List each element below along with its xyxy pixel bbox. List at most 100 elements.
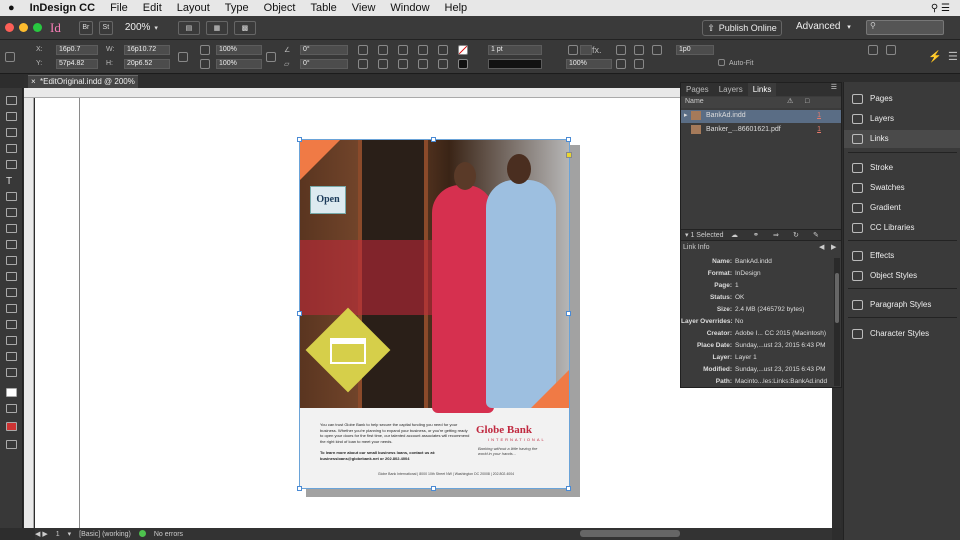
apply-none-icon[interactable] (6, 422, 17, 431)
menu-object[interactable]: Object (264, 2, 296, 14)
dock-item-links[interactable]: Links (844, 130, 960, 148)
select-container-icon[interactable] (398, 45, 408, 55)
align-center-icon[interactable] (886, 45, 896, 55)
stroke-weight-field[interactable]: 1 pt (488, 45, 542, 55)
publish-online-button[interactable]: ⇧ Publish Online (702, 20, 782, 36)
resize-handle-top-right[interactable] (566, 137, 571, 142)
stroke-swatch-icon[interactable] (458, 59, 468, 69)
next-link-icon[interactable]: ▶ (831, 243, 836, 253)
width-field[interactable]: 16p10.72 (124, 45, 170, 55)
preflight-status[interactable]: No errors (138, 530, 191, 538)
hand-tool-icon[interactable] (6, 352, 17, 361)
eyedropper-tool-icon[interactable] (6, 336, 17, 345)
rotate-cw-icon[interactable] (358, 45, 368, 55)
line-tool-icon[interactable] (6, 192, 17, 201)
close-window-button[interactable] (5, 23, 14, 32)
horizontal-scroll-thumb[interactable] (580, 530, 680, 537)
apple-menu-icon[interactable]: ● (8, 2, 15, 14)
close-tab-icon[interactable]: × (31, 76, 36, 88)
menu-edit[interactable]: Edit (143, 2, 162, 14)
fill-swatch-icon[interactable] (458, 45, 468, 55)
spotlight-search-icon[interactable]: ⚲ ☰ (931, 3, 950, 14)
height-field[interactable]: 20p6.52 (124, 59, 170, 69)
flip-horizontal-icon[interactable] (378, 45, 388, 55)
formatting-container-icon[interactable] (6, 404, 17, 413)
menu-help[interactable]: Help (445, 2, 468, 14)
offset-field[interactable]: 1p0 (676, 45, 714, 55)
note-tool-icon[interactable] (6, 320, 17, 329)
dock-item-paragraph-styles[interactable]: Paragraph Styles (844, 296, 960, 314)
x-position-field[interactable]: 16p0.7 (56, 45, 98, 55)
selection-tool-icon[interactable] (6, 96, 17, 105)
flip-vertical-icon[interactable] (378, 59, 388, 69)
placed-ad-frame[interactable]: Open You can trust Globe Bank to help se… (299, 139, 570, 489)
y-position-field[interactable]: 57p4.82 (56, 59, 98, 69)
resize-handle-bottom[interactable] (431, 486, 436, 491)
link-row[interactable]: ▸ BankAd.indd 1 (681, 110, 841, 123)
align-left-icon[interactable] (868, 45, 878, 55)
dock-item-gradient[interactable]: Gradient (844, 199, 960, 217)
tab-pages[interactable]: Pages (681, 83, 714, 96)
dock-item-cc-libraries[interactable]: CC Libraries (844, 219, 960, 237)
rectangle-frame-tool-icon[interactable] (6, 240, 17, 249)
dock-item-object-styles[interactable]: Object Styles (844, 267, 960, 285)
shear-angle-field[interactable]: 0° (300, 59, 348, 69)
page-tool-icon[interactable] (6, 128, 17, 137)
menu-type[interactable]: Type (225, 2, 249, 14)
content-collector-icon[interactable] (6, 160, 17, 169)
fill-frame-icon[interactable] (634, 59, 644, 69)
rectangle-tool-icon[interactable] (6, 256, 17, 265)
zoom-level-dropdown[interactable]: 200% (125, 22, 151, 33)
edit-original-icon[interactable]: ✎ (813, 230, 819, 241)
panel-menu-icon[interactable]: ☰ (831, 83, 837, 96)
relink-icon[interactable]: ⚭ (753, 230, 759, 241)
menu-file[interactable]: File (110, 2, 128, 14)
link-page[interactable]: 1 (817, 124, 821, 136)
link-row[interactable]: Banker_...86601621.pdf 1 (681, 124, 841, 137)
tab-layers[interactable]: Layers (714, 83, 748, 96)
fx-effects-icon[interactable]: fx. (592, 45, 602, 55)
autofit-checkbox[interactable] (718, 59, 725, 66)
screen-mode-button[interactable]: ▦ (205, 20, 228, 35)
resize-handle-left[interactable] (297, 311, 302, 316)
pencil-tool-icon[interactable] (6, 224, 17, 233)
type-tool-icon[interactable]: T (6, 176, 17, 187)
relink-cc-icon[interactable]: ☁ (731, 230, 738, 241)
page-nav-icon[interactable]: ◀ ▶ (35, 530, 48, 538)
panel-menu-icon[interactable]: ☰ (948, 50, 958, 63)
select-next-icon[interactable] (418, 59, 428, 69)
resize-handle-right[interactable] (566, 311, 571, 316)
select-previous-icon[interactable] (418, 45, 428, 55)
link-scale-icon[interactable] (266, 52, 276, 62)
drop-shadow-icon[interactable] (568, 45, 578, 55)
dock-item-swatches[interactable]: Swatches (844, 179, 960, 197)
update-link-icon[interactable]: ↻ (793, 230, 799, 241)
menu-view[interactable]: View (352, 2, 376, 14)
menu-window[interactable]: Window (390, 2, 429, 14)
view-options-button[interactable]: ▤ (177, 20, 200, 35)
direct-selection-tool-icon[interactable] (6, 112, 17, 121)
bridge-button[interactable]: Br (78, 20, 93, 35)
rotate-ccw-icon[interactable] (358, 59, 368, 69)
resize-handle-bottom-left[interactable] (297, 486, 302, 491)
preflight-profile[interactable]: [Basic] (working) (79, 531, 131, 538)
zoom-tool-icon[interactable] (6, 368, 17, 377)
dock-item-layers[interactable]: Layers (844, 110, 960, 128)
select-content-icon[interactable] (398, 59, 408, 69)
app-menu[interactable]: InDesign CC (30, 2, 95, 14)
dock-item-stroke[interactable]: Stroke (844, 159, 960, 177)
gradient-swatch-tool-icon[interactable] (6, 304, 17, 313)
stroke-type-dropdown[interactable] (488, 59, 542, 69)
fit-frame-icon[interactable] (616, 59, 626, 69)
stock-button[interactable]: St (98, 20, 113, 35)
dock-item-effects[interactable]: Effects (844, 247, 960, 265)
reference-point-icon[interactable] (5, 52, 15, 62)
search-input[interactable]: ⚲ (866, 20, 944, 35)
resize-handle-top[interactable] (431, 137, 436, 142)
move-icon[interactable] (438, 59, 448, 69)
resize-handle-bottom-right[interactable] (566, 486, 571, 491)
fill-stroke-icon[interactable] (6, 388, 17, 397)
goto-link-icon[interactable]: ⇒ (773, 230, 779, 241)
zoom-window-button[interactable] (33, 23, 42, 32)
chevron-down-icon[interactable]: ▾ (154, 24, 158, 32)
